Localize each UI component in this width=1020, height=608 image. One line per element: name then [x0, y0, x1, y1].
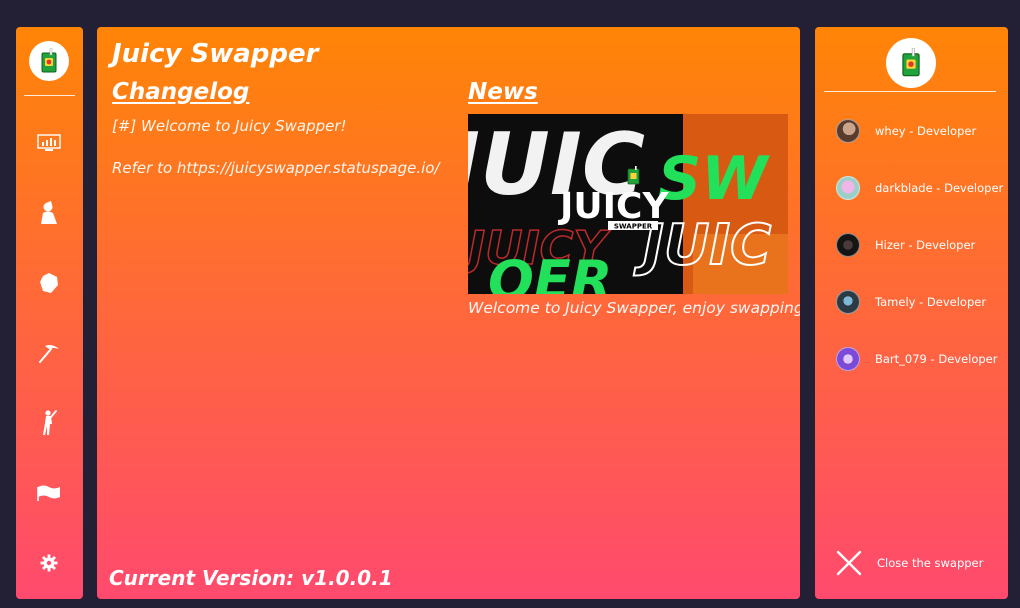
developer-item: Tamely - Developer	[836, 290, 986, 314]
juicy-banner-graphic: JUIC JUICY JUIC OER SW JUICY SWAPPER	[468, 114, 788, 294]
developer-item: Hizer - Developer	[836, 233, 975, 257]
nav-pickaxes[interactable]	[29, 333, 69, 373]
gear-icon	[40, 554, 58, 572]
wrap-flag-icon	[37, 485, 60, 501]
changelog-heading: Changelog	[112, 79, 250, 105]
juice-box-icon	[41, 48, 57, 73]
main-content: Juicy Swapper Changelog [#] Welcome to J…	[97, 27, 800, 599]
nav-emotes[interactable]	[29, 403, 69, 443]
nav-divider	[24, 95, 75, 96]
nav-wraps[interactable]	[29, 473, 69, 513]
dashboard-icon	[37, 134, 61, 151]
close-label[interactable]: Close the swapper	[877, 556, 983, 570]
nav-backblings[interactable]	[29, 263, 69, 303]
banner-title: JUICY	[557, 186, 669, 227]
developer-item: whey - Developer	[836, 119, 976, 143]
backbling-icon	[40, 273, 58, 293]
close-icon[interactable]	[836, 550, 862, 576]
news-heading: News	[468, 79, 538, 105]
developer-name: Hizer - Developer	[875, 238, 976, 252]
changelog-entry: [#] Welcome to Juicy Swapper!	[112, 117, 347, 135]
app-logo	[886, 38, 936, 88]
developers-panel: whey - Developer darkblade - Developer H…	[815, 27, 1008, 599]
banner-subtitle: SWAPPER	[614, 223, 653, 231]
changelog-entry: Refer to https://juicyswapper.statuspage…	[112, 159, 440, 177]
pickaxe-icon	[39, 345, 59, 363]
emote-icon	[43, 410, 57, 435]
developer-name: whey - Developer	[875, 124, 977, 138]
developer-name: Bart_079 - Developer	[875, 352, 998, 366]
left-nav	[16, 27, 83, 599]
avatar	[836, 233, 860, 257]
juice-box-icon	[902, 48, 920, 77]
version-label: Current Version: v1.0.0.1	[109, 566, 393, 590]
close-swapper-button[interactable]: Close the swapper	[836, 550, 983, 576]
avatar	[836, 176, 860, 200]
app-title: Juicy Swapper	[112, 39, 319, 69]
nav-skins[interactable]	[29, 193, 69, 233]
avatar	[836, 290, 860, 314]
character-icon	[41, 201, 57, 224]
svg-text:SW: SW	[658, 144, 770, 214]
app-logo	[29, 41, 69, 81]
developer-name: darkblade - Developer	[875, 181, 1004, 195]
svg-text:OER: OER	[488, 249, 612, 294]
nav-dashboard[interactable]	[29, 123, 69, 163]
developer-item: Bart_079 - Developer	[836, 347, 997, 371]
news-banner-image: JUIC JUICY JUIC OER SW JUICY SWAPPER	[468, 114, 788, 294]
avatar	[836, 347, 860, 371]
developer-name: Tamely - Developer	[875, 295, 987, 309]
news-caption: Welcome to Juicy Swapper, enjoy swapping…	[468, 299, 800, 317]
panel-divider	[824, 91, 996, 92]
avatar	[836, 119, 860, 143]
developer-item: darkblade - Developer	[836, 176, 1003, 200]
nav-settings[interactable]	[29, 543, 69, 583]
